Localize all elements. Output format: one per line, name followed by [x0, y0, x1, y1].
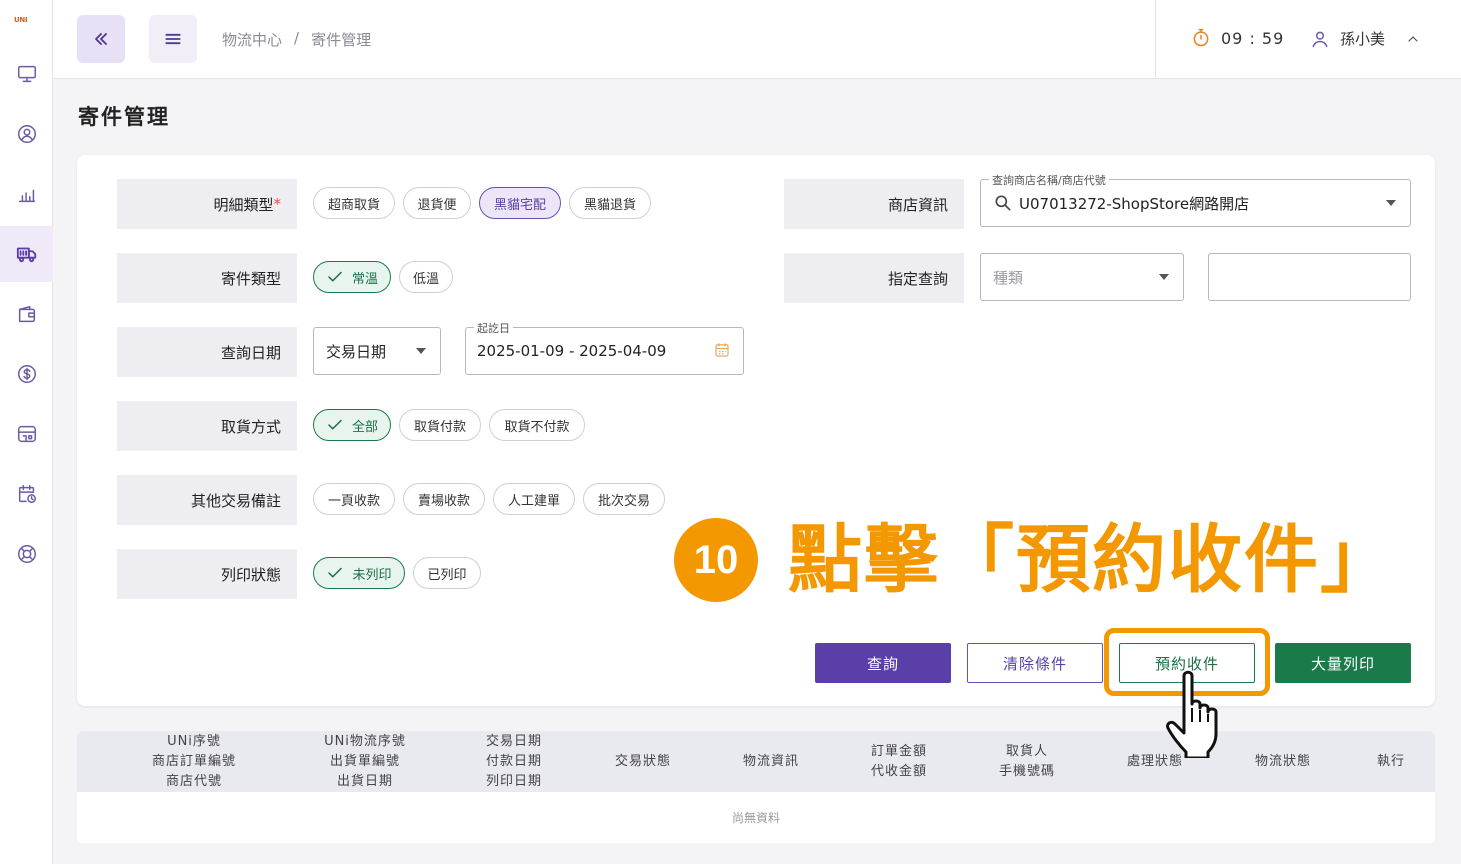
chip-room-temp[interactable]: 常溫	[313, 261, 391, 293]
breadcrumb: 物流中心 / 寄件管理	[222, 29, 371, 50]
clear-conditions-button[interactable]: 清除條件	[967, 643, 1103, 683]
chip-low-temp[interactable]: 低溫	[399, 261, 453, 293]
col-logistics-serial: UNi物流序號 出貨單編號 出貨日期	[324, 733, 406, 789]
caret-down-icon	[416, 348, 426, 354]
chip-cod[interactable]: 取貨付款	[399, 409, 481, 441]
chip-no-cod[interactable]: 取貨不付款	[489, 409, 585, 441]
specific-query-label: 指定查詢	[784, 253, 964, 303]
chip-unprinted[interactable]: 未列印	[313, 557, 405, 589]
col-logistics-info: 物流資訊	[742, 753, 799, 769]
menu-button[interactable]	[149, 15, 197, 63]
check-icon	[328, 419, 342, 430]
sidebar-item-dashboard[interactable]	[0, 46, 53, 102]
chip-tcat-delivery[interactable]: 黑貓宅配	[479, 187, 561, 219]
truck-icon	[16, 247, 36, 263]
caret-down-icon	[1159, 274, 1169, 280]
hand-pointer-icon	[1166, 670, 1218, 758]
session-timer: 09 : 59	[1191, 28, 1284, 48]
breadcrumb-logistics[interactable]: 物流中心	[222, 29, 282, 50]
chip-market[interactable]: 賣場收款	[403, 483, 485, 515]
breadcrumb-current: 寄件管理	[311, 31, 372, 49]
sidebar-item-reports[interactable]	[0, 166, 53, 222]
sidebar-item-finance[interactable]	[0, 346, 53, 402]
header-divider	[1155, 0, 1156, 78]
sidebar-item-schedule[interactable]	[0, 466, 53, 522]
stopwatch-icon	[1193, 28, 1209, 47]
store-search-field[interactable]: 查詢商店名稱/商店代號 U07013272-ShopStore網路開店	[980, 172, 1411, 227]
user-circle-icon	[17, 125, 36, 143]
sidebar-item-store[interactable]	[0, 406, 53, 462]
search-panel: 明細類型 * 超商取貨 退貨便 黑貓宅配 黑貓退貨 寄件類型 常溫 低溫 查詢日期…	[77, 155, 1435, 706]
collapse-sidebar-button[interactable]	[77, 15, 125, 63]
sidebar-item-account[interactable]	[0, 106, 53, 162]
col-trade-status: 交易狀態	[614, 753, 671, 769]
col-amounts: 訂單金額 代收金額	[870, 743, 927, 779]
lifebuoy-icon	[17, 545, 36, 563]
wallet-icon	[18, 305, 35, 323]
query-type-select[interactable]: 種類	[980, 253, 1184, 301]
chip-printed[interactable]: 已列印	[413, 557, 481, 589]
breadcrumb-separator: /	[294, 29, 300, 47]
page-title: 寄件管理	[78, 105, 170, 129]
caret-down-icon[interactable]	[1386, 200, 1396, 206]
top-header: 物流中心 / 寄件管理 09 : 59 孫小美	[53, 0, 1461, 79]
chevrons-left-icon	[95, 33, 107, 45]
query-button[interactable]: 查詢	[815, 643, 951, 683]
pickup-method-label: 取貨方式	[117, 401, 297, 451]
ship-type-label: 寄件類型	[117, 253, 297, 303]
sidebar-item-wallet[interactable]	[0, 286, 53, 342]
other-note-label: 其他交易備註	[117, 475, 297, 525]
store-info-label: 商店資訊	[784, 179, 964, 229]
query-value-input[interactable]	[1208, 253, 1411, 301]
user-menu[interactable]: 孫小美	[1310, 28, 1421, 49]
timer-value: 09 : 59	[1221, 28, 1285, 48]
print-status-label: 列印狀態	[117, 549, 297, 599]
date-range-field[interactable]: 起訖日 2025-01-09 - 2025-04-09	[465, 320, 744, 375]
step-number-badge: 10	[674, 518, 758, 602]
sidebar-item-support[interactable]	[0, 526, 53, 582]
sidebar-item-logistics[interactable]	[0, 226, 53, 282]
monitor-icon	[17, 65, 36, 83]
brand-logo: UNI	[14, 16, 28, 24]
store-icon	[17, 425, 36, 443]
hamburger-icon	[165, 33, 181, 45]
sidebar: UNI	[0, 0, 53, 864]
chip-all[interactable]: 全部	[313, 409, 391, 441]
col-action: 執行	[1376, 753, 1405, 769]
chevron-up-icon	[1408, 35, 1418, 42]
check-icon	[328, 271, 342, 282]
dollar-icon	[17, 365, 36, 383]
chip-tcat-return[interactable]: 黑貓退貨	[569, 187, 651, 219]
date-type-select[interactable]: 交易日期	[313, 327, 441, 375]
col-recipient: 取貨人 手機號碼	[998, 743, 1055, 779]
bar-chart-icon	[18, 189, 35, 203]
chip-return[interactable]: 退貨便	[403, 187, 471, 219]
query-date-label: 查詢日期	[117, 327, 297, 377]
chip-convenience-pickup[interactable]: 超商取貨	[313, 187, 395, 219]
check-icon	[328, 567, 343, 578]
user-icon	[1312, 31, 1328, 47]
bulk-print-button[interactable]: 大量列印	[1275, 643, 1411, 683]
detail-type-label: 明細類型 *	[117, 179, 297, 229]
user-name: 孫小美	[1340, 30, 1386, 48]
calendar-clock-icon	[18, 485, 36, 503]
step-instruction: 點擊「預約收件」	[788, 517, 1396, 603]
calendar-icon[interactable]	[713, 341, 731, 359]
col-dates: 交易日期 付款日期 列印日期	[485, 733, 542, 789]
empty-state: 尚無資料	[731, 811, 780, 825]
chip-manual[interactable]: 人工建單	[493, 483, 575, 515]
chip-one-page[interactable]: 一頁收款	[313, 483, 395, 515]
col-logistics-status: 物流狀態	[1254, 753, 1311, 769]
chip-batch[interactable]: 批次交易	[583, 483, 665, 515]
col-uni-serial: UNi序號 商店訂單編號 商店代號	[151, 733, 236, 789]
search-icon	[995, 195, 1011, 211]
